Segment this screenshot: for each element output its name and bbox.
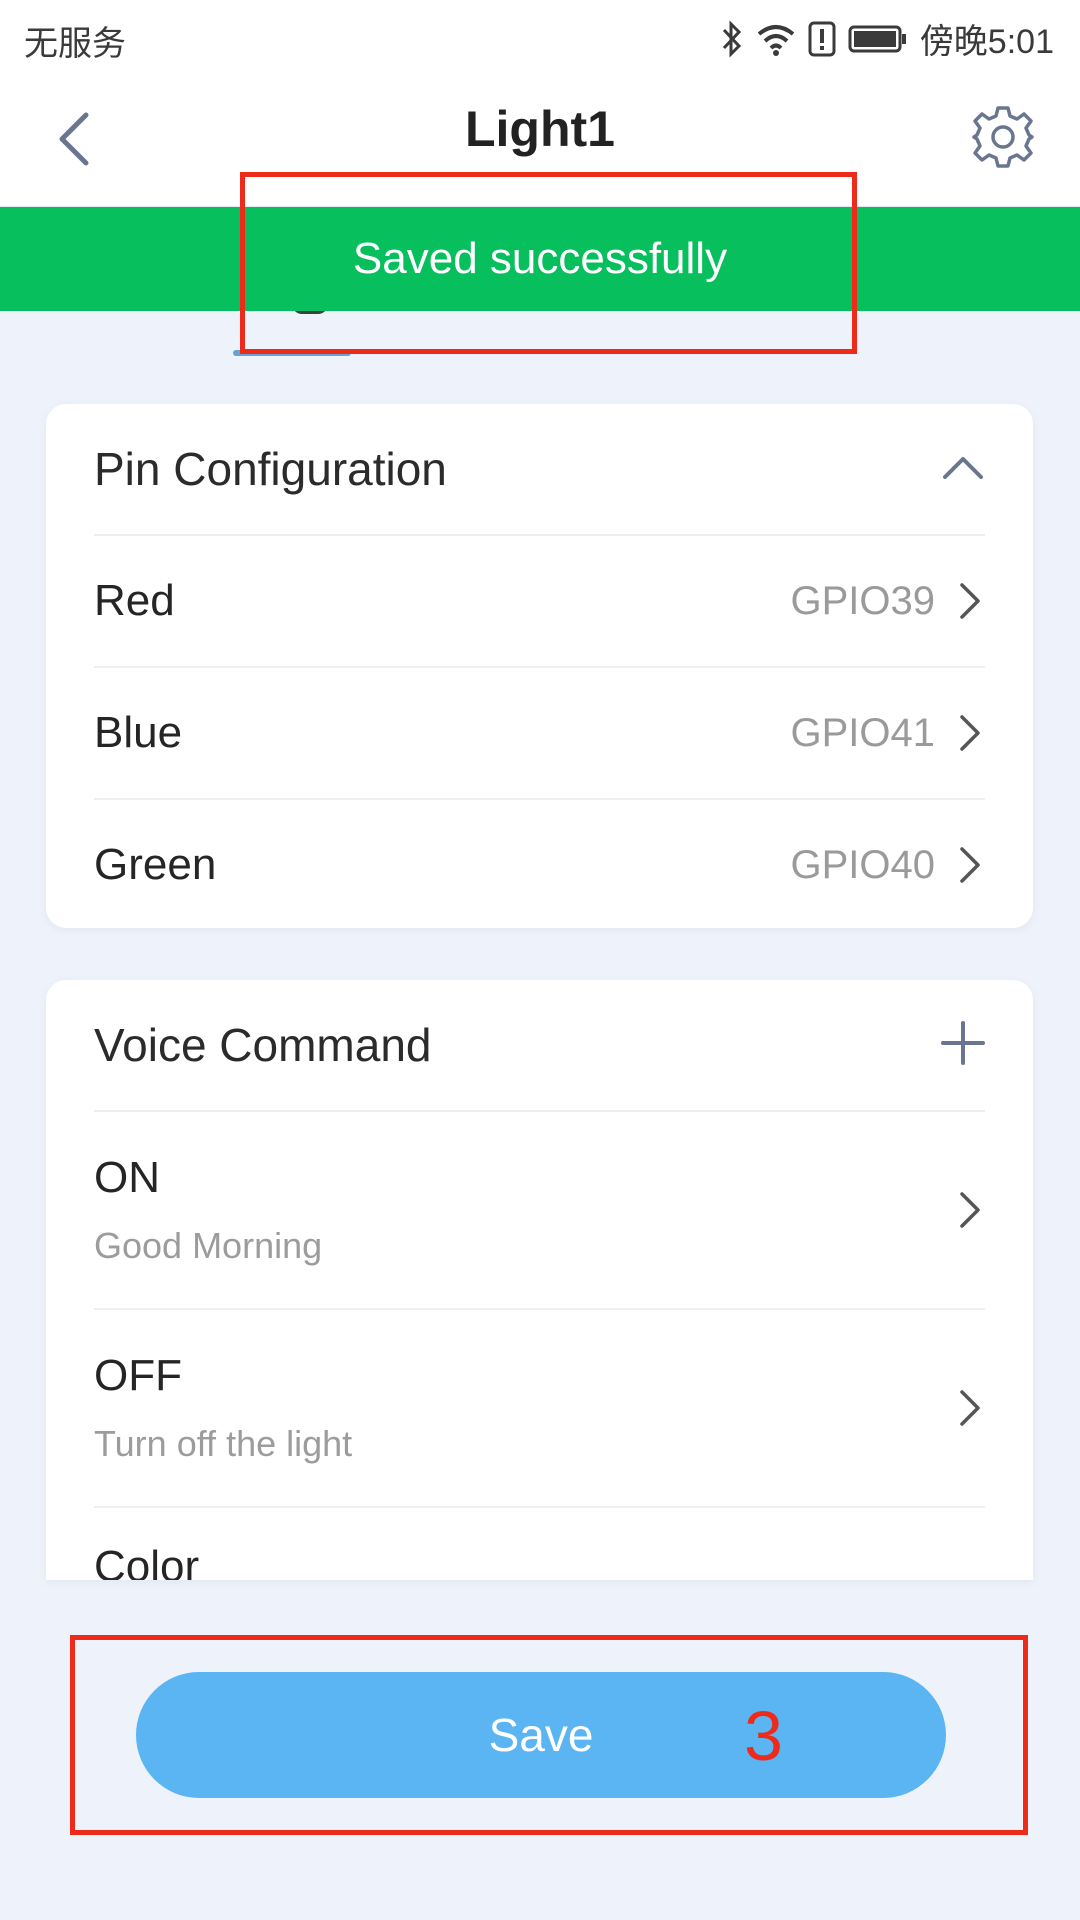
command-phrase: Turn off the light [94,1423,353,1464]
bluetooth-icon [720,19,744,58]
pin-configuration-header[interactable]: Pin Configuration [94,404,985,536]
battery-icon [848,24,908,54]
voice-command-card: Voice Command ON Good Morning OFF Turn o… [46,980,1033,1580]
pin-row-blue[interactable]: Blue GPIO41 [94,668,985,800]
command-label: Color [94,1542,200,1580]
command-label: ON [94,1153,160,1202]
pin-value: GPIO39 [790,578,935,623]
carrier-label: 无服务 [24,25,126,63]
pin-configuration-title: Pin Configuration [94,443,447,495]
wifi-icon [756,22,796,56]
status-bar: 无服务 傍晚5:01 [0,0,1080,76]
page-title: Light1 [465,101,615,157]
status-icons: 傍晚5:01 [720,14,1054,63]
chevron-up-icon[interactable] [941,453,985,486]
chevron-right-icon [955,1386,985,1430]
chevron-right-icon [955,711,985,755]
voice-command-row-color[interactable]: Color [94,1508,985,1580]
voice-command-title: Voice Command [94,1019,432,1071]
gear-icon [970,104,1036,175]
command-label: OFF [94,1351,182,1400]
annotation-box-toast [240,172,857,354]
voice-command-header: Voice Command [94,980,985,1112]
pin-value: GPIO40 [790,842,935,887]
command-phrase: Good Morning [94,1225,323,1266]
plus-icon[interactable] [941,1020,985,1070]
pin-row-green[interactable]: Green GPIO40 [94,800,985,930]
voice-command-row-on[interactable]: ON Good Morning [94,1112,985,1310]
pin-value: GPIO41 [790,710,935,755]
settings-button[interactable] [964,100,1042,178]
annotation-box-save [70,1635,1028,1835]
chevron-right-icon [955,579,985,623]
alert-icon [808,21,836,57]
pin-row-red[interactable]: Red GPIO39 [94,536,985,668]
pin-label: Blue [94,708,183,757]
pin-configuration-card: Pin Configuration Red GPIO39 Blue GPIO41… [46,404,1033,928]
pin-label: Green [94,840,217,889]
pin-label: Red [94,576,175,625]
chevron-right-icon [955,1188,985,1232]
voice-command-row-off[interactable]: OFF Turn off the light [94,1310,985,1508]
chevron-right-icon [955,843,985,887]
status-time: 傍晚5:01 [919,23,1054,61]
annotation-step-number: 3 [744,1697,783,1775]
